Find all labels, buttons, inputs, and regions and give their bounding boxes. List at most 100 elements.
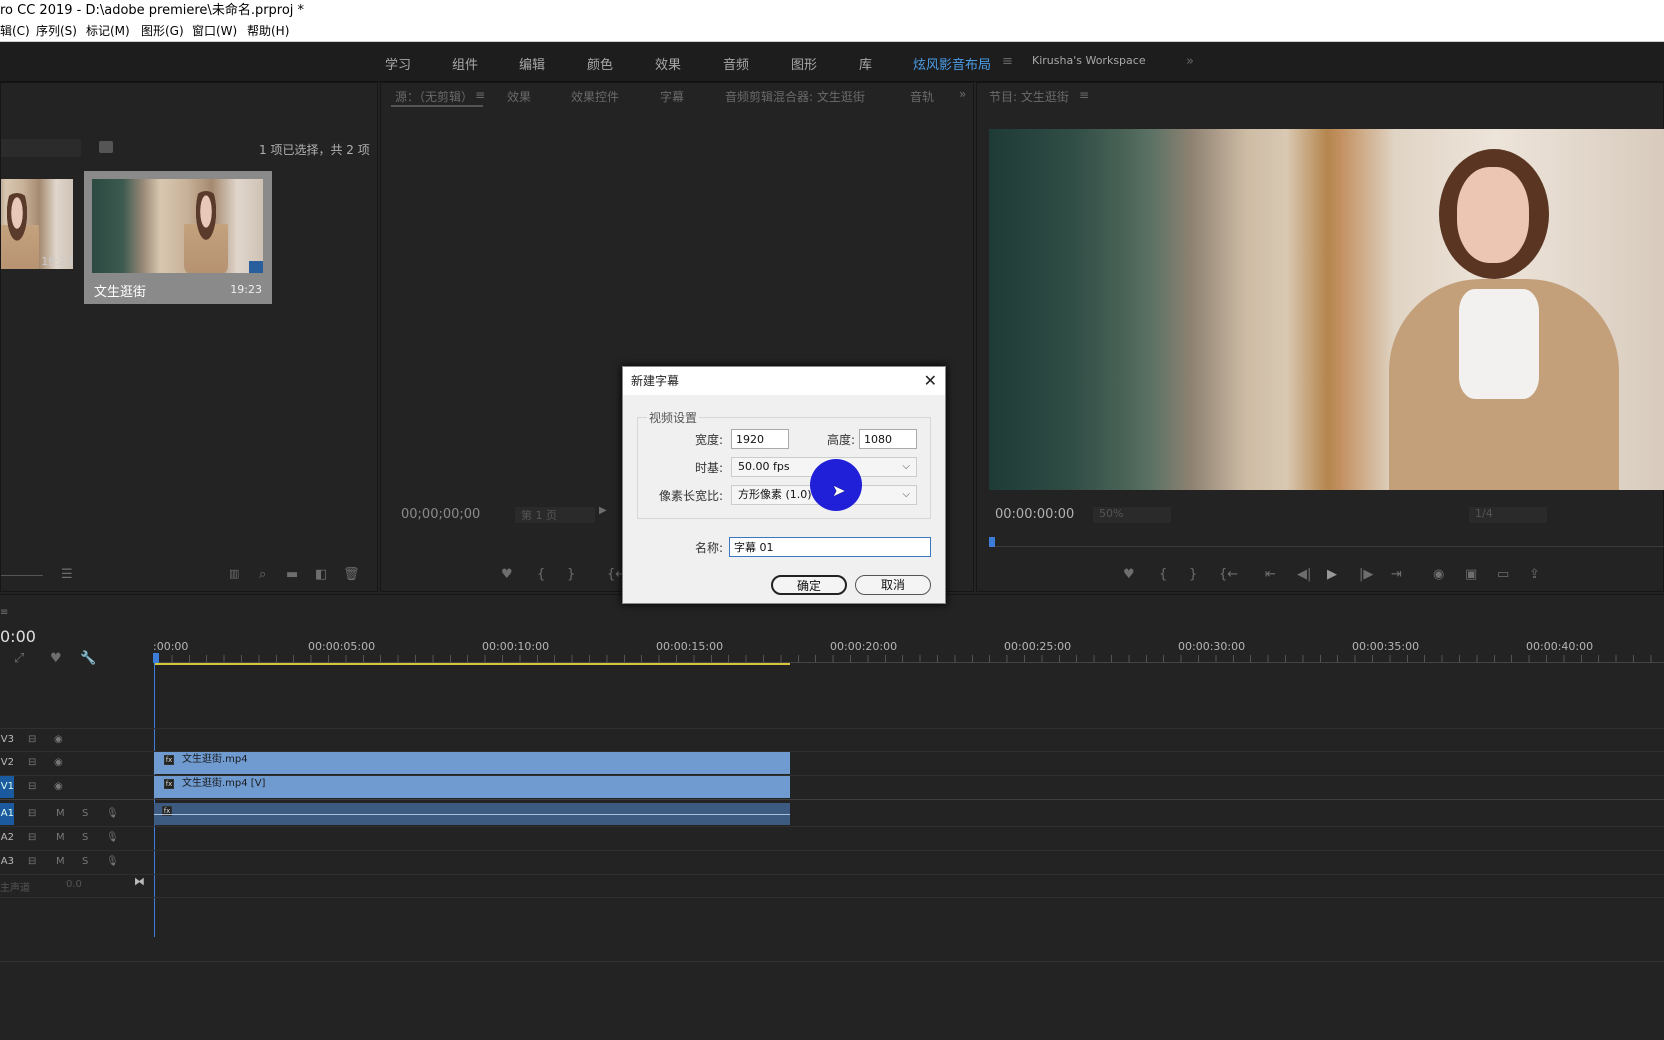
track-label[interactable]: A2: [0, 827, 14, 849]
workspace-menu-icon[interactable]: ≡: [1002, 54, 1013, 69]
timeline-menu-icon[interactable]: ≡: [0, 607, 8, 618]
sort-icon[interactable]: ☰: [61, 567, 73, 582]
workspace-tab-color[interactable]: 颜色: [587, 54, 613, 73]
workspace-tab-effects[interactable]: 效果: [655, 54, 681, 73]
project-search-input[interactable]: [1, 139, 81, 157]
mark-in-icon[interactable]: {: [537, 567, 545, 582]
wrench-icon[interactable]: 🔧: [80, 651, 96, 666]
timeline-timecode[interactable]: 0:00: [0, 627, 36, 646]
mark-out-icon[interactable]: }: [567, 567, 575, 582]
ok-button[interactable]: 确定: [771, 575, 847, 595]
step-back-icon[interactable]: ⇤: [1265, 567, 1276, 582]
workspace-tab-kirusha[interactable]: Kirusha's Workspace: [1032, 54, 1146, 67]
workspace-tab-editing[interactable]: 编辑: [519, 54, 545, 73]
mute-icon[interactable]: M: [56, 808, 65, 819]
zoom-slider[interactable]: [1, 575, 43, 576]
automate-icon[interactable]: ▥: [229, 567, 239, 580]
find-icon[interactable]: ⌕: [259, 567, 266, 582]
width-field[interactable]: [731, 429, 789, 449]
master-volume[interactable]: 0.0: [66, 879, 82, 890]
workspace-more-icon[interactable]: »: [1186, 54, 1194, 69]
eye-icon[interactable]: ◉: [54, 734, 63, 745]
solo-icon[interactable]: S: [82, 832, 88, 843]
solo-icon[interactable]: S: [82, 808, 88, 819]
source-timecode[interactable]: 00;00;00;00: [401, 507, 480, 522]
tab-effect-controls[interactable]: 效果控件: [571, 88, 619, 105]
workspace-tab-learn[interactable]: 学习: [385, 54, 411, 73]
menu-edit[interactable]: 辑(C): [0, 21, 30, 42]
sync-lock-icon[interactable]: ⊟: [28, 781, 36, 792]
project-item-1[interactable]: 19:23: [1, 179, 73, 269]
sync-lock-icon[interactable]: ⊟: [28, 734, 36, 745]
menu-window[interactable]: 窗口(W): [192, 21, 237, 42]
playhead-icon[interactable]: [989, 537, 995, 547]
workspace-tab-libraries[interactable]: 库: [859, 54, 872, 73]
mute-icon[interactable]: M: [56, 856, 65, 867]
track-expand-icon[interactable]: ⧓: [134, 875, 145, 888]
program-title[interactable]: 节目: 文生逛街: [989, 88, 1069, 105]
export-frame-icon[interactable]: ◉: [1433, 567, 1444, 582]
program-menu-icon[interactable]: ≡: [1079, 88, 1089, 102]
timeline-clip-v1[interactable]: fx 文生逛街.mp4 [V]: [154, 776, 790, 798]
add-marker-icon[interactable]: ♥: [50, 651, 62, 666]
menu-marker[interactable]: 标记(M): [86, 21, 130, 42]
snap-icon[interactable]: ⤢: [14, 651, 24, 666]
mark-out-icon[interactable]: }: [1189, 567, 1197, 582]
frame-forward-icon[interactable]: |▶: [1359, 567, 1373, 582]
safe-margins-icon[interactable]: ▭: [1497, 567, 1509, 582]
zoom-select[interactable]: 50%: [1093, 507, 1171, 523]
track-label[interactable]: V2: [0, 752, 14, 774]
workspace-tab-custom-layout[interactable]: 炫风影音布局: [913, 54, 991, 73]
resolution-select[interactable]: 1/4: [1469, 507, 1547, 523]
mic-icon[interactable]: 🎙: [106, 808, 119, 819]
play-icon[interactable]: ▶: [599, 505, 607, 516]
solo-icon[interactable]: S: [82, 856, 88, 867]
mic-icon[interactable]: 🎙: [106, 856, 119, 867]
tab-effects[interactable]: 效果: [507, 88, 531, 105]
page-select[interactable]: 第 1 页: [515, 507, 595, 523]
eye-icon[interactable]: ◉: [54, 781, 63, 792]
go-to-out-icon[interactable]: ⇥: [1391, 567, 1402, 582]
play-icon[interactable]: ▶: [1327, 567, 1337, 582]
lift-icon[interactable]: ▣: [1465, 567, 1477, 582]
marker-icon[interactable]: ♥: [1123, 567, 1135, 582]
tab-audio-tracks[interactable]: 音轨: [910, 88, 934, 105]
source-menu-icon[interactable]: ≡: [475, 88, 485, 102]
height-field[interactable]: [859, 429, 917, 449]
go-to-in-icon[interactable]: {←: [1219, 567, 1238, 582]
sync-lock-icon[interactable]: ⊟: [28, 808, 36, 819]
timeline-clip-v2[interactable]: fx 文生逛街.mp4: [154, 752, 790, 774]
sync-lock-icon[interactable]: ⊟: [28, 832, 36, 843]
mark-in-icon[interactable]: {: [1159, 567, 1167, 582]
track-label[interactable]: A3: [0, 851, 14, 873]
work-area-bar[interactable]: [154, 663, 790, 665]
time-ruler[interactable]: [154, 655, 1664, 663]
menu-sequence[interactable]: 序列(S): [36, 21, 77, 42]
sync-lock-icon[interactable]: ⊟: [28, 757, 36, 768]
more-tabs-icon[interactable]: »: [959, 87, 966, 101]
track-label[interactable]: V1: [0, 776, 14, 798]
program-timecode[interactable]: 00:00:00:00: [995, 507, 1074, 522]
new-bin-icon[interactable]: [99, 141, 113, 153]
new-item-icon[interactable]: ◧: [315, 567, 327, 582]
project-item-2[interactable]: 文生逛街 19:23: [84, 171, 272, 304]
workspace-tab-audio[interactable]: 音频: [723, 54, 749, 73]
sync-lock-icon[interactable]: ⊟: [28, 856, 36, 867]
workspace-tab-graphics[interactable]: 图形: [791, 54, 817, 73]
track-label[interactable]: A1: [0, 803, 14, 825]
program-video-frame[interactable]: [989, 129, 1664, 490]
mic-icon[interactable]: 🎙: [106, 832, 119, 843]
name-field[interactable]: [729, 537, 931, 557]
trash-icon[interactable]: 🗑: [343, 567, 360, 582]
share-icon[interactable]: ⇪: [1529, 567, 1540, 582]
eye-icon[interactable]: ◉: [54, 757, 63, 768]
menu-graphics[interactable]: 图形(G): [141, 21, 184, 42]
marker-icon[interactable]: ♥: [501, 567, 513, 582]
mute-icon[interactable]: M: [56, 832, 65, 843]
cancel-button[interactable]: 取消: [855, 575, 931, 595]
new-bin-icon[interactable]: ▬: [286, 567, 298, 582]
close-icon[interactable]: ✕: [924, 371, 937, 390]
menu-help[interactable]: 帮助(H): [247, 21, 289, 42]
workspace-tab-assembly[interactable]: 组件: [452, 54, 478, 73]
program-scrubber[interactable]: [989, 539, 1664, 547]
